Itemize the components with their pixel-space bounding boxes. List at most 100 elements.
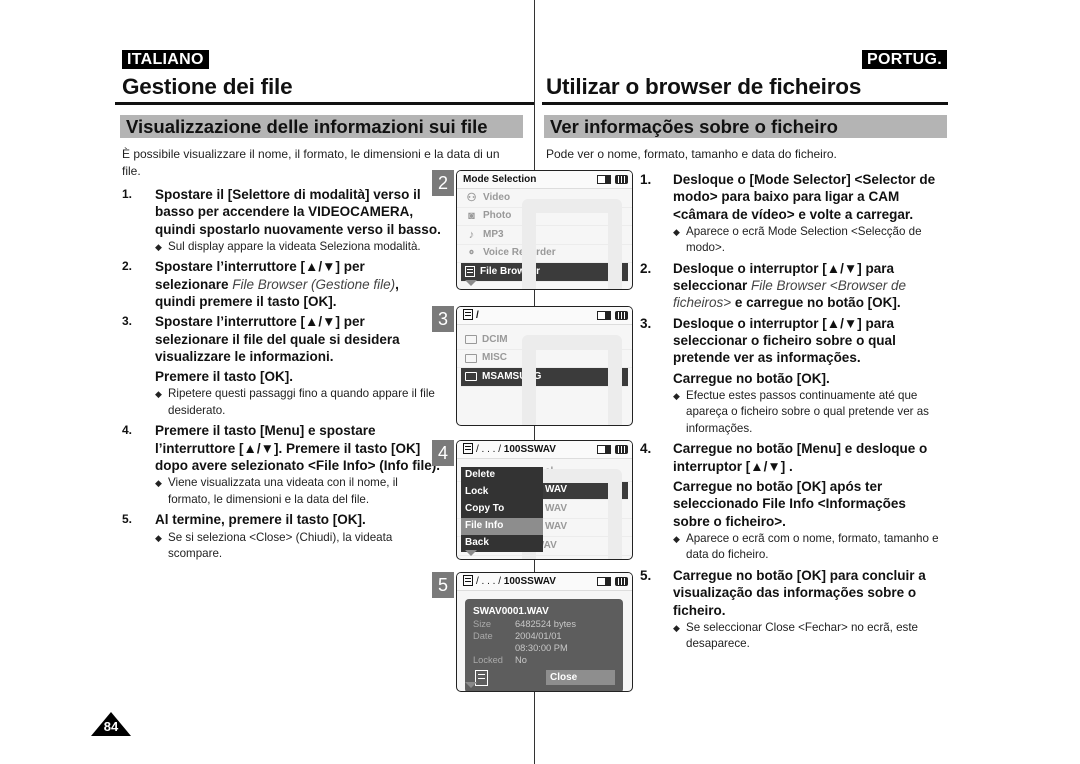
step-text: Al termine, premere il tasto [OK]. — [155, 512, 366, 528]
scroll-down-arrow-icon[interactable] — [465, 682, 477, 688]
screenshot-number-3: 3 — [432, 306, 454, 332]
info-label: Size — [473, 619, 492, 629]
step-2: 2. Spostare l’interruttore [▲/▼] per sel… — [122, 258, 442, 310]
step-number: 4. — [122, 423, 133, 438]
step-text: Desloque o interruptor [▲/▼] para selecc… — [673, 260, 945, 312]
info-label: Date — [473, 631, 493, 641]
step-text: Premere il tasto [Menu] e spostare l’int… — [155, 423, 441, 474]
title-rule-italian — [115, 102, 534, 105]
screen-folder-list: / DCIM MISC MSAMSUNG — [456, 306, 633, 426]
language-tag-portuguese: PORTUG. — [862, 50, 947, 69]
screen-path-prefix: / . . . / — [476, 576, 504, 587]
microphone-icon: ⚬ — [466, 247, 477, 259]
section-heading-portuguese: Ver informações sobre o ficheiro — [544, 115, 947, 138]
title-rule-portuguese — [542, 102, 948, 105]
battery-icon — [615, 577, 628, 586]
steps-list-italian: 1. Spostare il [Selettore di modalità] v… — [122, 186, 442, 566]
step-number: 2. — [640, 260, 652, 276]
step-4: 4. Premere il tasto [Menu] e spostare l’… — [122, 422, 442, 508]
language-tag-italian: ITALIANO — [122, 50, 209, 69]
battery-icon — [615, 175, 628, 184]
step-3: 3. Desloque o interruptor [▲/▼] para sel… — [640, 315, 945, 438]
folder-label: DCIM — [482, 333, 508, 345]
folder-label: MISC — [482, 352, 507, 363]
close-button[interactable]: Close — [546, 670, 615, 685]
menu-item-label: Video — [483, 191, 511, 203]
menu-item-copy-to[interactable]: Copy To — [461, 501, 543, 518]
screen-file-info: / . . . / 100SSWAV SWAV0001.WAV Size 6482… — [456, 572, 633, 692]
step-5: 5. Carregue no botão [OK] para concluir … — [640, 567, 945, 653]
screen-file-menu: / . . . / 100SSWAV el WAV WAV WAV SWAV00… — [456, 440, 633, 560]
page-title-italian: Gestione dei file — [122, 74, 293, 99]
info-label: Locked — [473, 655, 503, 665]
camera-icon: ◙ — [468, 210, 475, 222]
scroll-down-arrow-icon[interactable] — [465, 550, 477, 556]
memory-card-icon — [597, 577, 611, 586]
file-name: SWAV0001.WAV — [473, 606, 549, 617]
step-number: 3. — [640, 315, 652, 331]
screen-header: / — [457, 307, 632, 325]
step-2: 2. Desloque o interruptor [▲/▼] para sel… — [640, 260, 945, 312]
step-1: 1. Desloque o [Mode Selector] <Selector … — [640, 171, 945, 257]
step-note: Efectue estes passos continuamente até q… — [673, 388, 945, 438]
info-value: 6482524 bytes — [515, 619, 576, 629]
step-extra: Carregue no botão [OK]. — [673, 370, 830, 386]
step-note: Aparece o ecrã com o nome, formato, tama… — [673, 531, 945, 564]
step-text: Spostare l’interruttore [▲/▼] per selezi… — [155, 258, 442, 310]
memory-card-icon — [597, 311, 611, 320]
step-note: Viene visualizzata una videata con il no… — [155, 475, 442, 508]
folder-icon — [465, 372, 477, 382]
video-camera-icon: ⚇ — [466, 191, 477, 204]
battery-icon — [615, 311, 628, 320]
screenshot-number-5: 5 — [432, 572, 454, 598]
screenshot-number-4: 4 — [432, 440, 454, 466]
file-info-popup: SWAV0001.WAV Size 6482524 bytes Date 2004/… — [465, 599, 623, 691]
step-text: Spostare l’interruttore [▲/▼] per selezi… — [155, 314, 400, 364]
menu-item-lock[interactable]: Lock — [461, 484, 543, 501]
step-text: Carregue no botão [OK] para concluir a v… — [673, 567, 926, 618]
page-title-portuguese: Utilizar o browser de ficheiros — [546, 74, 862, 99]
menu-item-delete[interactable]: Delete — [461, 467, 543, 484]
screen-mode-selection: Mode Selection ⚇ Video ◙ Photo ♪ MP3 ⚬ Voice… — [456, 170, 633, 290]
step-5: 5. Al termine, premere il tasto [OK]. Se… — [122, 511, 442, 562]
step-number: 4. — [640, 441, 652, 457]
step-extra: Carregue no botão [OK] após ter seleccio… — [673, 479, 906, 529]
menu-item-label: Photo — [483, 210, 512, 221]
step-text-emphasis: File Browser (Gestione file) — [232, 276, 396, 292]
step-extra: Premere il tasto [OK]. — [155, 369, 294, 385]
step-note: Ripetere questi passaggi fino a quando a… — [155, 386, 442, 419]
folder-icon — [465, 353, 477, 363]
step-note: Aparece o ecrã Mode Selection <Selecção … — [673, 224, 945, 257]
step-1: 1. Spostare il [Selettore di modalità] v… — [122, 186, 442, 255]
info-value: No — [515, 655, 527, 665]
info-row-size: Size 6482524 bytes — [473, 618, 615, 630]
step-number: 1. — [640, 172, 652, 187]
info-value: 2004/01/01 — [515, 631, 562, 641]
info-row-time: 08:30:00 PM — [473, 642, 615, 654]
step-note: Se seleccionar Close <Fechar> no ecrã, e… — [673, 620, 945, 653]
step-text: Desloque o [Mode Selector] <Selector de … — [673, 172, 936, 222]
watermark-graphic — [522, 335, 622, 425]
screenshot-number-2: 2 — [432, 170, 454, 196]
scroll-down-arrow-icon[interactable] — [465, 280, 477, 286]
step-4: 4. Carregue no botão [Menu] e desloque o… — [640, 440, 945, 563]
menu-item-file-info[interactable]: File Info — [461, 518, 543, 535]
step-number: 2. — [122, 259, 133, 274]
screen-path-folder: 100SSWAV — [503, 444, 556, 455]
memory-card-icon — [597, 445, 611, 454]
step-text-post: e carregue no botão [OK]. — [731, 295, 901, 311]
page-number: 84 — [103, 719, 119, 734]
music-note-icon: ♪ — [468, 228, 475, 241]
screen-header: Mode Selection — [457, 171, 632, 189]
context-menu: Delete Lock Copy To File Info Back — [461, 467, 543, 552]
intro-text-portuguese: Pode ver o nome, formato, tamanho e data… — [546, 147, 837, 161]
screen-path-folder: 100SSWAV — [503, 576, 556, 587]
watermark-graphic — [522, 199, 622, 289]
screen-path: / — [476, 310, 479, 321]
folder-icon — [465, 335, 477, 345]
step-text: Spostare il [Selettore di modalità] vers… — [155, 187, 441, 237]
step-text: Carregue no botão [Menu] e desloque o in… — [673, 441, 928, 474]
steps-list-portuguese: 1. Desloque o [Mode Selector] <Selector … — [640, 171, 945, 656]
info-row-date: Date 2004/01/01 — [473, 630, 615, 642]
file-browser-icon — [463, 575, 473, 586]
